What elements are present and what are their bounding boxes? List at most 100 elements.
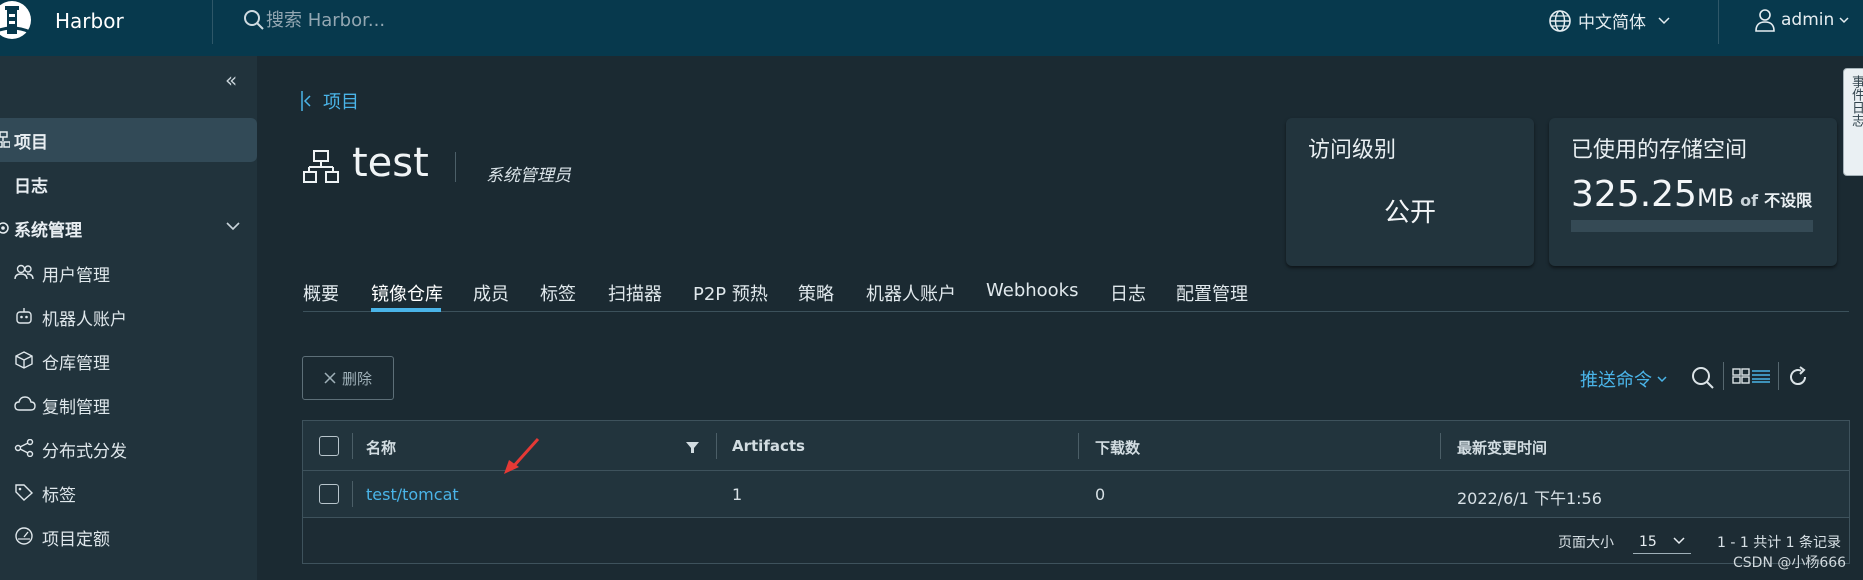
- column-separator: [716, 433, 717, 459]
- storage-limit: 不设限: [1764, 191, 1813, 210]
- side-tab-label: 事件日志: [1849, 75, 1863, 127]
- sidebar-item-administration[interactable]: 系统管理: [0, 206, 257, 250]
- header-divider: [212, 0, 213, 44]
- column-header-pulls[interactable]: 下载数: [1095, 437, 1140, 458]
- select-all-checkbox[interactable]: [319, 436, 339, 456]
- sidebar-item-projects[interactable]: 项目: [0, 118, 257, 162]
- storage-card: 已使用的存储空间 325.25MB of 不设限: [1549, 118, 1837, 266]
- sidebar-item-registries[interactable]: 仓库管理: [0, 338, 257, 382]
- toolbar-divider: [1723, 362, 1724, 390]
- title-divider: [455, 152, 456, 182]
- user-menu[interactable]: admin: [1754, 8, 1849, 32]
- dashboard-icon: [15, 527, 33, 545]
- tab-logs[interactable]: 日志: [1110, 280, 1146, 306]
- header-divider: [1718, 0, 1719, 44]
- access-level-card: 访问级别 公开: [1286, 118, 1534, 266]
- filter-icon[interactable]: [686, 441, 699, 454]
- artifacts-count: 1: [732, 485, 743, 504]
- globe-icon: [1549, 9, 1571, 32]
- tab-summary[interactable]: 概要: [303, 280, 339, 306]
- chevron-down-icon: [1673, 537, 1685, 545]
- harbor-logo-icon[interactable]: [0, 0, 38, 44]
- share-icon: [14, 439, 34, 457]
- push-command-dropdown[interactable]: 推送命令: [1580, 366, 1667, 392]
- tab-scanner[interactable]: 扫描器: [608, 280, 662, 306]
- page-size-select[interactable]: 15: [1633, 526, 1691, 554]
- tab-webhooks[interactable]: Webhooks: [986, 280, 1078, 301]
- sidebar-item-replications[interactable]: 复制管理: [0, 382, 257, 426]
- storage-unit: MB: [1696, 184, 1735, 212]
- column-header-artifacts[interactable]: Artifacts: [732, 437, 805, 455]
- delete-button[interactable]: 删除: [302, 356, 394, 400]
- storage-progress-bar: [1571, 220, 1813, 232]
- sidebar-item-label: 项目: [14, 132, 48, 153]
- table-row[interactable]: test/tomcat 1 0 2022/6/1 下午1:56: [303, 471, 1849, 518]
- card-title: 访问级别: [1308, 138, 1397, 163]
- sidebar-item-label: 机器人账户: [42, 310, 127, 330]
- tab-policy[interactable]: 策略: [798, 280, 834, 306]
- list-view-icon[interactable]: [1752, 369, 1770, 383]
- sidebar-item-robot-accounts[interactable]: 机器人账户: [0, 294, 257, 338]
- toolbar-divider: [1778, 362, 1779, 390]
- last-modified-time: 2022/6/1 下午1:56: [1457, 489, 1602, 508]
- annotation-arrow-icon: [504, 437, 540, 474]
- sidebar-item-distributions[interactable]: 分布式分发: [0, 426, 257, 470]
- access-level-value: 公开: [1383, 198, 1436, 228]
- user-icon: [1755, 9, 1775, 32]
- delete-label: 删除: [341, 369, 372, 388]
- sidebar-item-label: 分布式分发: [42, 442, 127, 462]
- sidebar-item-users[interactable]: 用户管理: [0, 250, 257, 294]
- sidebar-item-label: 标签: [42, 486, 76, 506]
- global-search-input[interactable]: [266, 7, 686, 33]
- users-icon: [14, 264, 34, 280]
- repository-name-link[interactable]: test/tomcat: [366, 485, 459, 504]
- event-log-side-tab[interactable]: 事件日志: [1843, 68, 1863, 176]
- sidebar-item-label: 项目定额: [42, 530, 110, 550]
- sidebar-item-logs[interactable]: 日志: [0, 162, 257, 206]
- record-count: 1 - 1 共计 1 条记录: [1717, 535, 1842, 551]
- storage-value: 325.25: [1571, 174, 1697, 215]
- tab-labels[interactable]: 标签: [540, 280, 576, 306]
- harbor-app: Harbor 中文简体 admin « 项目 日志 系统管理: [0, 0, 1863, 580]
- chevron-down-icon: [1657, 375, 1667, 382]
- tab-repositories[interactable]: 镜像仓库: [371, 280, 443, 306]
- box-icon: [15, 351, 33, 369]
- sidebar-item-label: 日志: [14, 176, 48, 197]
- sidebar-item-label: 用户管理: [42, 266, 110, 286]
- close-icon: [324, 372, 336, 384]
- sidebar-item-label: 仓库管理: [42, 354, 110, 374]
- table-footer: 页面大小 15 1 - 1 共计 1 条记录: [303, 518, 1849, 565]
- tab-members[interactable]: 成员: [473, 280, 509, 306]
- chevron-left-icon: [301, 91, 311, 111]
- sidebar: « 项目 日志 系统管理 用户管理 机器人账户 仓库管理 复制管理 分布式分发 …: [0, 56, 257, 580]
- row-checkbox[interactable]: [319, 484, 339, 504]
- collapse-sidebar-button[interactable]: «: [225, 68, 237, 92]
- chevron-down-icon: [1839, 16, 1849, 23]
- brand-name: Harbor: [55, 9, 124, 33]
- tab-robot-accounts[interactable]: 机器人账户: [866, 280, 956, 306]
- column-separator: [352, 433, 353, 459]
- card-title: 已使用的存储空间: [1571, 138, 1748, 163]
- breadcrumb-back-to-projects[interactable]: 项目: [301, 88, 359, 114]
- breadcrumb-label: 项目: [323, 92, 359, 113]
- search-icon[interactable]: [1691, 366, 1715, 390]
- search-icon[interactable]: [243, 9, 265, 31]
- column-header-name[interactable]: 名称: [366, 437, 396, 458]
- column-separator: [1440, 433, 1441, 459]
- tab-p2p-preheat[interactable]: P2P 预热: [693, 280, 768, 306]
- sidebar-item-project-quotas[interactable]: 项目定额: [0, 514, 257, 558]
- tag-icon: [15, 484, 34, 501]
- sidebar-item-label: 复制管理: [42, 398, 110, 418]
- active-tab-indicator: [371, 308, 441, 312]
- page-size-value: 15: [1639, 534, 1657, 550]
- tab-configuration[interactable]: 配置管理: [1176, 280, 1248, 306]
- project-role: 系统管理员: [486, 166, 571, 186]
- sidebar-item-labels[interactable]: 标签: [0, 470, 257, 514]
- project-icon: [0, 131, 10, 148]
- language-selector[interactable]: 中文简体: [1548, 8, 1670, 33]
- project-tabs: 概要 镜像仓库 成员 标签 扫描器 P2P 预热 策略 机器人账户 Webhoo…: [303, 272, 1849, 312]
- card-view-icon[interactable]: [1732, 368, 1750, 384]
- column-header-last-modified[interactable]: 最新变更时间: [1457, 437, 1547, 458]
- refresh-icon[interactable]: [1787, 366, 1809, 388]
- storage-usage: 325.25MB of 不设限: [1571, 174, 1812, 215]
